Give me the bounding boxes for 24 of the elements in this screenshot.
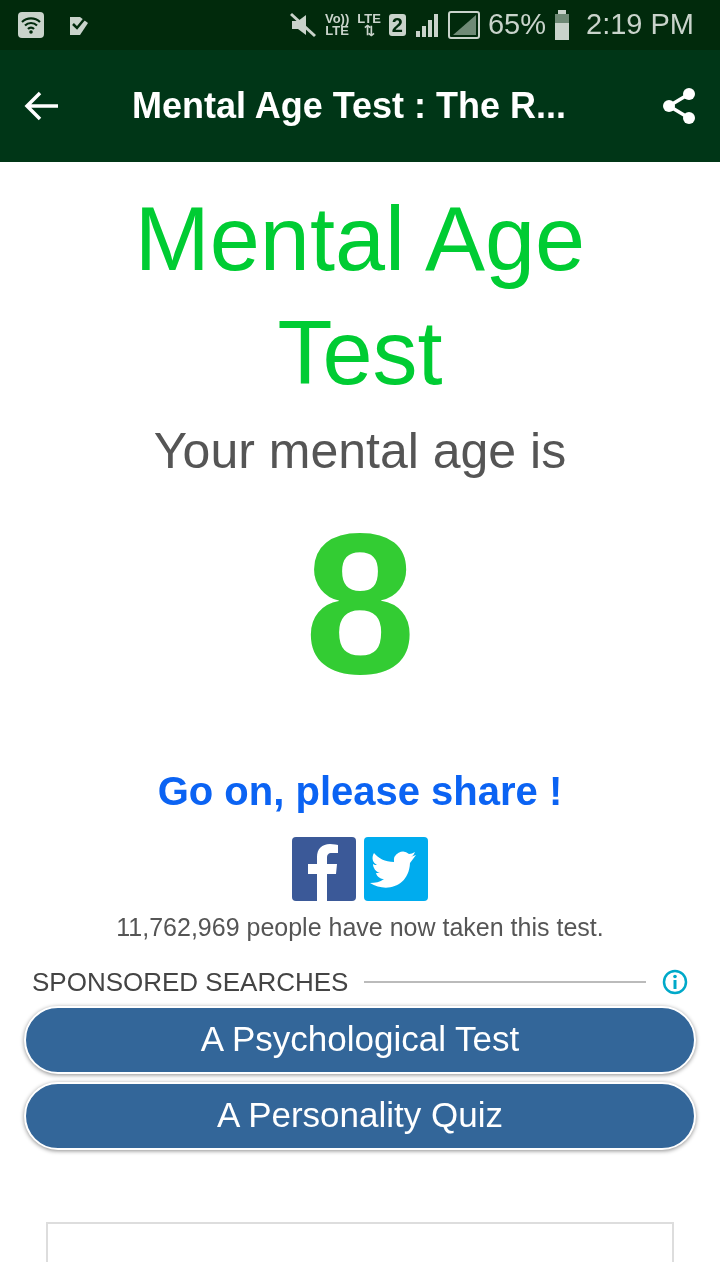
signal-icon	[447, 11, 480, 39]
info-icon[interactable]	[662, 969, 688, 995]
page-heading: Mental Age Test	[133, 188, 587, 405]
facebook-icon[interactable]	[292, 837, 356, 901]
app-title: Mental Age Test : The R...	[131, 84, 568, 128]
share-icon[interactable]	[662, 87, 696, 125]
subtitle: Your mental age is	[152, 422, 568, 481]
search-button[interactable]: A Psychological Test	[24, 1005, 696, 1074]
network-label: LTE ⇅	[357, 13, 381, 37]
sponsored-label: SPONSORED SEARCHES	[32, 965, 349, 999]
battery-icon	[554, 10, 570, 40]
clock: 2:19 PM	[586, 7, 694, 43]
result-number: 8	[303, 491, 417, 717]
mute-icon	[288, 12, 317, 38]
search-button[interactable]: A Personality Quiz	[24, 1081, 696, 1150]
sim-badge: 2	[388, 14, 406, 36]
battery-percent: 65%	[487, 7, 546, 43]
bird-icon[interactable]	[364, 837, 428, 901]
signal-icon	[413, 13, 440, 37]
share-prompt: Go on, please share !	[156, 768, 564, 815]
network-label: Vo)) LTE	[324, 13, 350, 37]
back-icon[interactable]	[24, 90, 60, 122]
taken-count: 11,762,969 people have now taken this test.	[115, 912, 605, 943]
wifi-icon	[18, 12, 44, 38]
